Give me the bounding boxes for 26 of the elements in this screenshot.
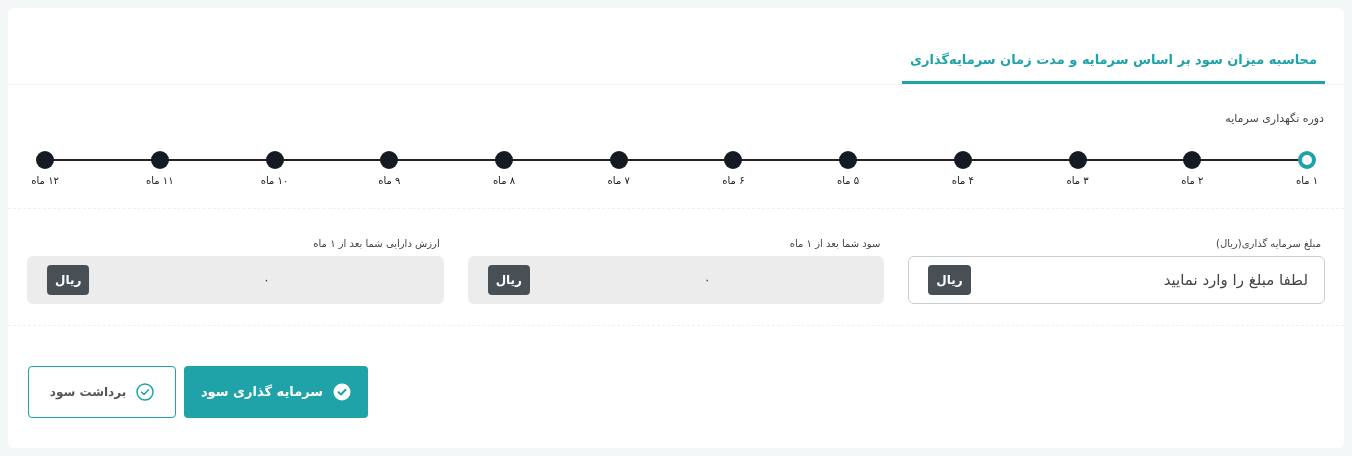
step-label: ۱۱ ماه — [146, 173, 174, 188]
step-label: ۲ ماه — [1181, 173, 1204, 188]
check-circle-icon — [333, 382, 352, 401]
unit-label: ریال — [928, 264, 971, 295]
step-label: ۹ ماه — [378, 173, 401, 188]
step-label: ۷ ماه — [607, 173, 630, 188]
check-circle-icon — [136, 382, 155, 401]
field-label: ارزش دارایی شما بعد از ۱ ماه — [312, 236, 441, 251]
step-label: ۱۰ ماه — [260, 173, 289, 188]
result-value: ۰ — [262, 271, 271, 289]
unit-label: ریال — [47, 264, 90, 295]
withdraw-button[interactable]: برداشت سود — [28, 365, 176, 418]
step-label: ۱ ماه — [1295, 173, 1319, 188]
step-label: ۴ ماه — [951, 173, 974, 188]
field-label: سود شما بعد از ۱ ماه — [788, 236, 882, 251]
step-label: ۵ ماه — [837, 173, 860, 188]
unit-label: ریال — [487, 264, 530, 295]
tab[interactable]: محاسبه میزان سود بر اساس سرمایه و مدت زمان سرمایه‌گذاری — [902, 38, 1325, 84]
invest-button[interactable]: سرمایه گذاری سود — [184, 365, 368, 418]
step-label: ۱۲ ماه — [31, 173, 59, 188]
step-label: ۶ ماه — [722, 173, 745, 188]
field-label: مبلغ سرمایه گذاری(ریال) — [1215, 236, 1322, 251]
step-label: ۸ ماه — [492, 173, 516, 188]
result-value: ۰ — [702, 271, 712, 289]
period-label: دوره نگهداری سرمایه — [1224, 111, 1324, 127]
step-label: ۳ ماه — [1066, 173, 1089, 188]
